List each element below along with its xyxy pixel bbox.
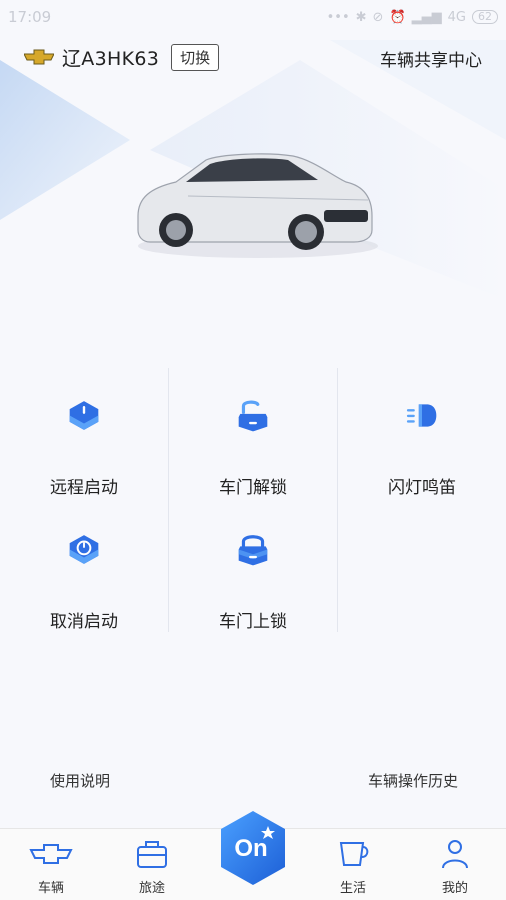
operation-history-link[interactable]: 车辆操作历史 (368, 770, 458, 791)
tab-journey[interactable]: 旅途 (117, 837, 187, 896)
status-time: 17:09 (8, 8, 52, 26)
onstar-label: On (234, 835, 267, 862)
tab-label: 旅途 (138, 881, 165, 896)
onstar-button[interactable]: On (218, 808, 288, 888)
suitcase-icon (137, 841, 167, 868)
tab-label: 车辆 (37, 881, 64, 896)
control-label: 远程启动 (50, 478, 118, 498)
bluetooth-icon: ✱ (355, 9, 367, 25)
chevrolet-icon (29, 844, 73, 864)
tab-label: 生活 (339, 881, 366, 896)
alarm-icon: ⏰ (389, 9, 406, 25)
car-image (137, 153, 378, 258)
control-label: 取消启动 (50, 612, 118, 632)
onstar-icon: On (221, 811, 285, 885)
status-bar: 17:09 ••• ✱ ⊘ ⏰ ▂▄▆ 4G 62 (0, 0, 506, 34)
control-label: 车门解锁 (219, 478, 287, 498)
tab-life[interactable]: 生活 (318, 837, 388, 896)
plate-number: 辽A3HK63 (62, 47, 160, 70)
cancel-start-icon (69, 535, 99, 564)
mute-icon: ⊘ (372, 9, 384, 25)
status-icons: ••• ✱ ⊘ ⏰ ▂▄▆ 4G 62 (327, 10, 498, 25)
control-label: 闪灯鸣笛 (388, 478, 456, 498)
tab-label: 我的 (441, 881, 468, 896)
unlock-icon (238, 400, 268, 432)
dots-icon: ••• (326, 9, 350, 25)
control-label: 车门上锁 (219, 612, 287, 632)
flash-horn-button[interactable]: 闪灯鸣笛 (338, 368, 506, 498)
vehicle-header: 辽A3HK63 切换 车辆共享中心 (0, 40, 506, 74)
door-unlock-button[interactable]: 车门解锁 (169, 368, 337, 498)
door-lock-button[interactable]: 车门上锁 (169, 502, 337, 632)
vehicle-share-center-link[interactable]: 车辆共享中心 (380, 46, 482, 71)
cancel-start-button[interactable]: 取消启动 (0, 502, 168, 632)
network-type: 4G (447, 9, 466, 25)
signal-icon: ▂▄▆ (411, 9, 442, 25)
remote-control-panel: 远程启动 车门解锁 闪灯鸣笛 取消启动 车门上锁 (0, 368, 506, 632)
tab-vehicle[interactable]: 车辆 (16, 837, 86, 896)
person-icon (442, 840, 468, 869)
chevrolet-logo-icon (24, 49, 54, 65)
cup-icon (339, 842, 369, 866)
remote-start-icon (69, 401, 99, 430)
lock-icon (238, 535, 268, 566)
tab-mine[interactable]: 我的 (420, 837, 490, 896)
remote-start-button[interactable]: 远程启动 (0, 368, 168, 498)
battery-indicator: 62 (472, 10, 498, 24)
headlight-horn-icon (406, 404, 437, 427)
bottom-links: 使用说明 车辆操作历史 (0, 770, 506, 794)
switch-vehicle-button[interactable]: 切换 (171, 43, 220, 71)
user-manual-link[interactable]: 使用说明 (50, 770, 110, 791)
